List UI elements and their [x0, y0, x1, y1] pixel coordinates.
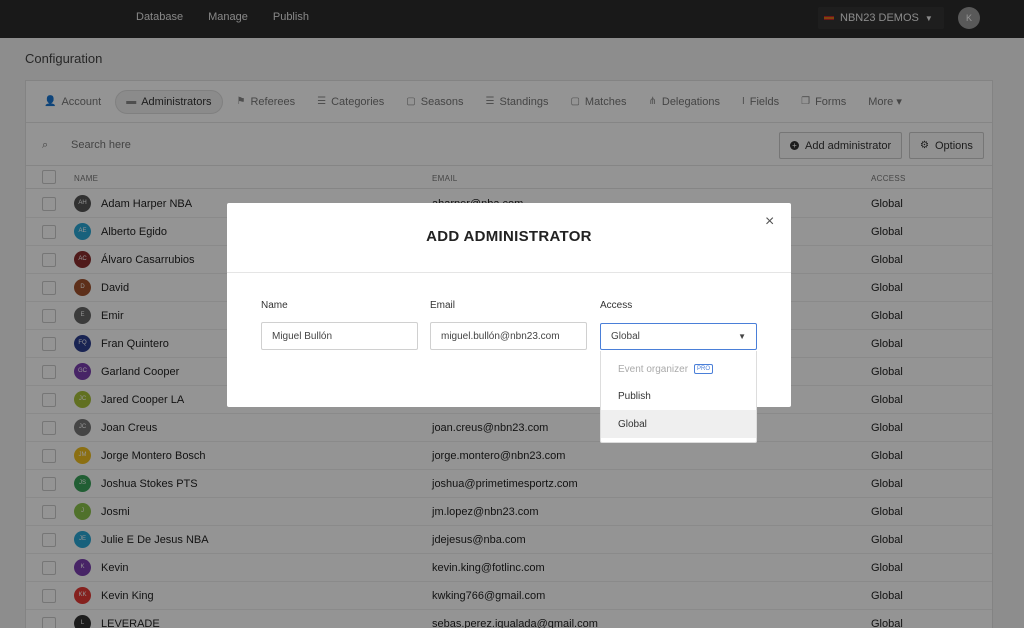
- access-select[interactable]: Global ▼: [600, 323, 757, 350]
- option-label: Publish: [618, 390, 651, 402]
- access-option-global[interactable]: Global: [601, 410, 756, 438]
- email-input[interactable]: [430, 322, 587, 350]
- option-label: Event organizer: [618, 363, 689, 375]
- access-selected-value: Global: [611, 331, 640, 342]
- access-dropdown: Event organizer PRO Publish Global: [600, 351, 757, 443]
- modal-title: ADD ADMINISTRATOR: [426, 228, 592, 245]
- modal-divider: [227, 272, 791, 273]
- pro-badge: PRO: [694, 364, 714, 374]
- access-label: Access: [600, 300, 633, 311]
- chevron-down-icon: ▼: [738, 332, 746, 341]
- access-option-event-organizer: Event organizer PRO: [601, 355, 756, 383]
- close-icon[interactable]: ×: [765, 213, 774, 231]
- access-option-publish[interactable]: Publish: [601, 382, 756, 410]
- name-label: Name: [261, 300, 288, 311]
- option-label: Global: [618, 418, 647, 430]
- name-input[interactable]: [261, 322, 418, 350]
- email-label: Email: [430, 300, 456, 311]
